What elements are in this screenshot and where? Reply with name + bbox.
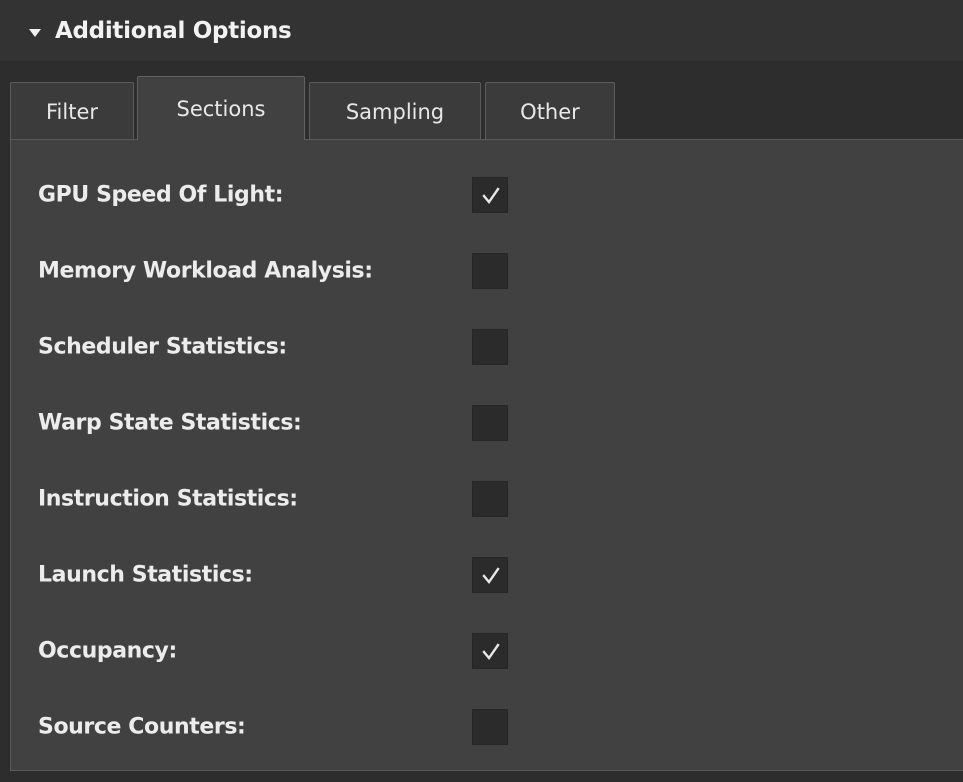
tab-sampling[interactable]: Sampling bbox=[309, 82, 481, 139]
tab-sections[interactable]: Sections bbox=[137, 76, 305, 140]
section-row-occupancy: Occupancy: bbox=[11, 621, 963, 681]
section-row-launch-statistics: Launch Statistics: bbox=[11, 545, 963, 605]
section-label: Launch Statistics: bbox=[38, 562, 253, 588]
occupancy-checkbox[interactable] bbox=[472, 633, 508, 669]
section-label: GPU Speed Of Light: bbox=[38, 182, 284, 208]
section-label: Instruction Statistics: bbox=[38, 486, 298, 512]
launch-statistics-checkbox[interactable] bbox=[472, 557, 508, 593]
section-label: Memory Workload Analysis: bbox=[38, 258, 373, 284]
checkmark-icon bbox=[482, 643, 500, 660]
instruction-statistics-checkbox[interactable] bbox=[472, 481, 508, 517]
gpu-speed-of-light-checkbox[interactable] bbox=[472, 177, 508, 213]
triangle-down-icon[interactable] bbox=[29, 29, 41, 37]
section-row-gpu-speed-of-light: GPU Speed Of Light: bbox=[11, 165, 963, 225]
section-label: Occupancy: bbox=[38, 638, 177, 664]
section-row-memory-workload-analysis: Memory Workload Analysis: bbox=[11, 241, 963, 301]
warp-state-statistics-checkbox[interactable] bbox=[472, 405, 508, 441]
tab-filter[interactable]: Filter bbox=[10, 82, 134, 139]
additional-options-panel: Additional Options Filter Sections Sampl… bbox=[0, 0, 963, 782]
checkmark-icon bbox=[482, 187, 500, 204]
section-row-scheduler-statistics: Scheduler Statistics: bbox=[11, 317, 963, 377]
section-label: Warp State Statistics: bbox=[38, 410, 302, 436]
source-counters-checkbox[interactable] bbox=[472, 709, 508, 745]
section-row-source-counters: Source Counters: bbox=[11, 697, 963, 757]
section-label: Scheduler Statistics: bbox=[38, 334, 287, 360]
section-row-instruction-statistics: Instruction Statistics: bbox=[11, 469, 963, 529]
checkmark-icon bbox=[482, 567, 500, 584]
sections-tab-content: GPU Speed Of Light: Memory Workload Anal… bbox=[10, 139, 963, 771]
section-label: Source Counters: bbox=[38, 714, 246, 740]
panel-title: Additional Options bbox=[55, 18, 292, 44]
section-row-warp-state-statistics: Warp State Statistics: bbox=[11, 393, 963, 453]
scheduler-statistics-checkbox[interactable] bbox=[472, 329, 508, 365]
memory-workload-analysis-checkbox[interactable] bbox=[472, 253, 508, 289]
panel-header[interactable]: Additional Options bbox=[0, 0, 963, 62]
tab-other[interactable]: Other bbox=[485, 82, 615, 139]
